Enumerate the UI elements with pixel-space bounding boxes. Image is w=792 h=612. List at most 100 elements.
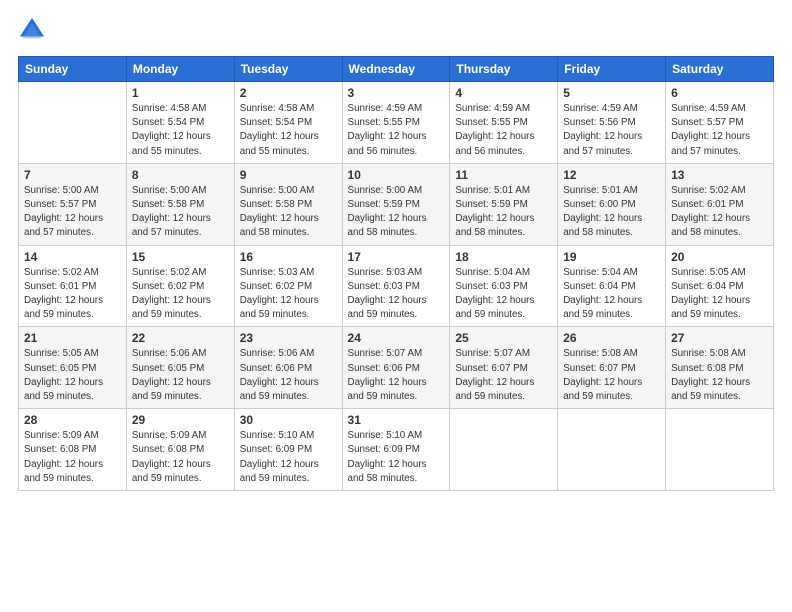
cell-content: Sunrise: 5:01 AMSunset: 6:00 PMDaylight:… [563, 184, 660, 241]
week-row-1: 1 Sunrise: 4:58 AMSunset: 5:54 PMDaylight… [19, 82, 774, 164]
day-number: 27 [671, 331, 768, 345]
cell-content: Sunrise: 4:58 AMSunset: 5:54 PMDaylight:… [132, 102, 229, 159]
calendar-header: SundayMondayTuesdayWednesdayThursdayFrid… [19, 57, 774, 82]
calendar-cell: 18Sunrise: 5:04 AMSunset: 6:03 PMDayligh… [450, 245, 558, 327]
calendar-cell: 22 Sunrise: 5:06 AMSunset: 6:05 PMDayligh… [126, 327, 234, 409]
calendar-cell: 17Sunrise: 5:03 AMSunset: 6:03 PMDayligh… [342, 245, 450, 327]
calendar-cell: 14Sunrise: 5:02 AMSunset: 6:01 PMDayligh… [19, 245, 127, 327]
calendar-cell: 31 Sunrise: 5:10 AMSunset: 6:09 PMDayligh… [342, 409, 450, 491]
day-number: 31 [348, 413, 445, 427]
day-number: 7 [24, 168, 121, 182]
cell-content: Sunrise: 5:08 AMSunset: 6:08 PMDaylight:… [671, 347, 768, 404]
calendar-cell: 21Sunrise: 5:05 AMSunset: 6:05 PMDayligh… [19, 327, 127, 409]
day-number: 20 [671, 250, 768, 264]
calendar-cell [666, 409, 774, 491]
calendar-cell: 2 Sunrise: 4:58 AMSunset: 5:54 PMDaylight… [234, 82, 342, 164]
cell-content: Sunrise: 4:58 AMSunset: 5:54 PMDaylight:… [240, 102, 337, 159]
calendar-cell: 9 Sunrise: 5:00 AMSunset: 5:58 PMDaylight… [234, 163, 342, 245]
calendar-body: 1 Sunrise: 4:58 AMSunset: 5:54 PMDaylight… [19, 82, 774, 491]
calendar-cell: 29 Sunrise: 5:09 AMSunset: 6:08 PMDayligh… [126, 409, 234, 491]
day-number: 16 [240, 250, 337, 264]
day-number: 19 [563, 250, 660, 264]
week-row-5: 28 Sunrise: 5:09 AMSunset: 6:08 PMDayligh… [19, 409, 774, 491]
day-number: 18 [455, 250, 552, 264]
calendar-cell: 27 Sunrise: 5:08 AMSunset: 6:08 PMDayligh… [666, 327, 774, 409]
cell-content: Sunrise: 5:09 AMSunset: 6:08 PMDaylight:… [132, 429, 229, 486]
calendar-cell: 30Sunrise: 5:10 AMSunset: 6:09 PMDayligh… [234, 409, 342, 491]
calendar-cell: 6 Sunrise: 4:59 AMSunset: 5:57 PMDaylight… [666, 82, 774, 164]
day-number: 9 [240, 168, 337, 182]
day-number: 29 [132, 413, 229, 427]
calendar-cell: 1 Sunrise: 4:58 AMSunset: 5:54 PMDaylight… [126, 82, 234, 164]
cell-content: Sunrise: 5:04 AMSunset: 6:04 PMDaylight:… [563, 266, 660, 323]
cell-content: Sunrise: 5:09 AMSunset: 6:08 PMDaylight:… [24, 429, 121, 486]
day-number: 23 [240, 331, 337, 345]
calendar-cell: 24 Sunrise: 5:07 AMSunset: 6:06 PMDayligh… [342, 327, 450, 409]
day-number: 12 [563, 168, 660, 182]
cell-content: Sunrise: 5:06 AMSunset: 6:05 PMDaylight:… [132, 347, 229, 404]
day-number: 8 [132, 168, 229, 182]
calendar-cell: 7Sunrise: 5:00 AMSunset: 5:57 PMDaylight… [19, 163, 127, 245]
day-header-saturday: Saturday [666, 57, 774, 82]
week-row-3: 14Sunrise: 5:02 AMSunset: 6:01 PMDayligh… [19, 245, 774, 327]
cell-content: Sunrise: 5:00 AMSunset: 5:59 PMDaylight:… [348, 184, 445, 241]
cell-content: Sunrise: 4:59 AMSunset: 5:55 PMDaylight:… [348, 102, 445, 159]
cell-content: Sunrise: 5:06 AMSunset: 6:06 PMDaylight:… [240, 347, 337, 404]
calendar-cell: 10 Sunrise: 5:00 AMSunset: 5:59 PMDayligh… [342, 163, 450, 245]
day-header-sunday: Sunday [19, 57, 127, 82]
cell-content: Sunrise: 5:03 AMSunset: 6:02 PMDaylight:… [240, 266, 337, 323]
calendar-cell [19, 82, 127, 164]
day-number: 4 [455, 86, 552, 100]
calendar-cell: 25Sunrise: 5:07 AMSunset: 6:07 PMDayligh… [450, 327, 558, 409]
day-header-wednesday: Wednesday [342, 57, 450, 82]
day-number: 26 [563, 331, 660, 345]
cell-content: Sunrise: 5:10 AMSunset: 6:09 PMDaylight:… [348, 429, 445, 486]
calendar-cell: 20 Sunrise: 5:05 AMSunset: 6:04 PMDayligh… [666, 245, 774, 327]
calendar-cell: 28 Sunrise: 5:09 AMSunset: 6:08 PMDayligh… [19, 409, 127, 491]
cell-content: Sunrise: 5:08 AMSunset: 6:07 PMDaylight:… [563, 347, 660, 404]
day-number: 28 [24, 413, 121, 427]
logo [18, 16, 50, 44]
cell-content: Sunrise: 5:07 AMSunset: 6:07 PMDaylight:… [455, 347, 552, 404]
calendar-cell [558, 409, 666, 491]
day-header-thursday: Thursday [450, 57, 558, 82]
calendar-cell: 8 Sunrise: 5:00 AMSunset: 5:58 PMDaylight… [126, 163, 234, 245]
day-number: 22 [132, 331, 229, 345]
cell-content: Sunrise: 4:59 AMSunset: 5:55 PMDaylight:… [455, 102, 552, 159]
calendar-cell: 12 Sunrise: 5:01 AMSunset: 6:00 PMDayligh… [558, 163, 666, 245]
logo-icon [18, 16, 46, 44]
cell-content: Sunrise: 5:02 AMSunset: 6:02 PMDaylight:… [132, 266, 229, 323]
day-number: 6 [671, 86, 768, 100]
calendar-table: SundayMondayTuesdayWednesdayThursdayFrid… [18, 56, 774, 491]
day-number: 30 [240, 413, 337, 427]
cell-content: Sunrise: 5:02 AMSunset: 6:01 PMDaylight:… [671, 184, 768, 241]
calendar-cell [450, 409, 558, 491]
calendar-cell: 19 Sunrise: 5:04 AMSunset: 6:04 PMDayligh… [558, 245, 666, 327]
week-row-2: 7Sunrise: 5:00 AMSunset: 5:57 PMDaylight… [19, 163, 774, 245]
day-number: 1 [132, 86, 229, 100]
cell-content: Sunrise: 5:00 AMSunset: 5:58 PMDaylight:… [240, 184, 337, 241]
day-number: 11 [455, 168, 552, 182]
cell-content: Sunrise: 5:05 AMSunset: 6:04 PMDaylight:… [671, 266, 768, 323]
page-container: SundayMondayTuesdayWednesdayThursdayFrid… [0, 0, 792, 503]
cell-content: Sunrise: 5:00 AMSunset: 5:58 PMDaylight:… [132, 184, 229, 241]
day-number: 10 [348, 168, 445, 182]
day-header-monday: Monday [126, 57, 234, 82]
day-number: 17 [348, 250, 445, 264]
week-row-4: 21Sunrise: 5:05 AMSunset: 6:05 PMDayligh… [19, 327, 774, 409]
calendar-cell: 13Sunrise: 5:02 AMSunset: 6:01 PMDayligh… [666, 163, 774, 245]
cell-content: Sunrise: 5:02 AMSunset: 6:01 PMDaylight:… [24, 266, 121, 323]
cell-content: Sunrise: 4:59 AMSunset: 5:56 PMDaylight:… [563, 102, 660, 159]
cell-content: Sunrise: 5:01 AMSunset: 5:59 PMDaylight:… [455, 184, 552, 241]
cell-content: Sunrise: 4:59 AMSunset: 5:57 PMDaylight:… [671, 102, 768, 159]
cell-content: Sunrise: 5:07 AMSunset: 6:06 PMDaylight:… [348, 347, 445, 404]
calendar-cell: 23 Sunrise: 5:06 AMSunset: 6:06 PMDayligh… [234, 327, 342, 409]
day-number: 5 [563, 86, 660, 100]
day-number: 24 [348, 331, 445, 345]
calendar-cell: 4 Sunrise: 4:59 AMSunset: 5:55 PMDaylight… [450, 82, 558, 164]
day-number: 2 [240, 86, 337, 100]
cell-content: Sunrise: 5:05 AMSunset: 6:05 PMDaylight:… [24, 347, 121, 404]
page-header [18, 16, 774, 44]
day-header-tuesday: Tuesday [234, 57, 342, 82]
calendar-cell: 16 Sunrise: 5:03 AMSunset: 6:02 PMDayligh… [234, 245, 342, 327]
